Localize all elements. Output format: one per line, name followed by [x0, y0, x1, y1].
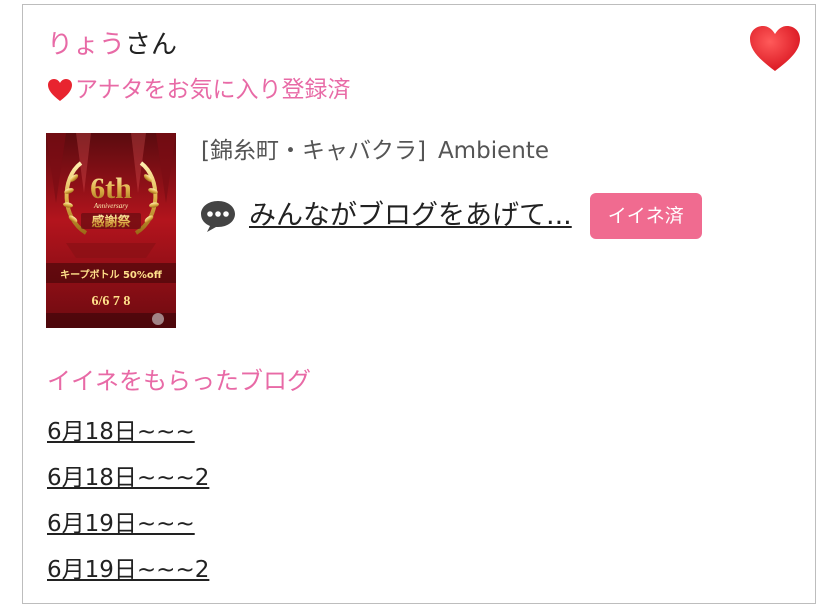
user-greeting: りょうさん	[47, 29, 177, 61]
user-name[interactable]: りょう	[47, 30, 125, 60]
favorite-status: アナタをお気に入り登録済	[47, 75, 351, 105]
banner-sub: Anniversary	[93, 202, 129, 210]
list-item: 6月19日~~~	[47, 501, 209, 547]
liked-blog-link[interactable]: 6月18日~~~2	[47, 465, 209, 491]
liked-blog-list: 6月18日~~~ 6月18日~~~2 6月19日~~~ 6月19日~~~2	[47, 409, 209, 593]
shop-name[interactable]: Ambiente	[438, 138, 549, 164]
list-item: 6月18日~~~2	[47, 455, 209, 501]
list-item: 6月18日~~~	[47, 409, 209, 455]
liked-blog-link[interactable]: 6月19日~~~2	[47, 557, 209, 583]
chat-bubble-icon	[201, 201, 235, 232]
shop-info: [錦糸町・キャバクラ] Ambiente	[201, 135, 549, 167]
shop-banner-image[interactable]: 6th Anniversary 感謝祭 キープボトル 50%off 6/6 7 …	[46, 133, 176, 328]
shop-category: [錦糸町・キャバクラ]	[201, 138, 426, 164]
banner-dates: 6/6 7 8	[92, 294, 131, 309]
iine-done-button[interactable]: イイネ済	[589, 193, 702, 239]
list-item: 6月19日~~~2	[47, 547, 209, 593]
banner-headline: 6th	[90, 172, 132, 205]
banner-offer: キープボトル 50%off	[60, 268, 163, 281]
user-card: りょうさん アナタをお気に入り登録済 6th Anniversary 感謝祭 キ…	[22, 4, 816, 604]
favorite-heart-icon[interactable]	[749, 25, 801, 73]
liked-blog-link[interactable]: 6月19日~~~	[47, 511, 195, 537]
liked-blogs-heading: イイネをもらったブログ	[47, 367, 311, 395]
liked-blog-link[interactable]: 6月18日~~~	[47, 419, 195, 445]
banner-event: 感謝祭	[91, 214, 131, 230]
user-honorific: さん	[125, 30, 178, 60]
favorite-status-label: アナタをお気に入り登録済	[75, 77, 351, 103]
small-heart-icon	[48, 79, 72, 101]
blog-title-link[interactable]: みんながブログをあげて...	[249, 199, 572, 233]
blog-row: みんながブログをあげて... イイネ済	[199, 193, 702, 239]
